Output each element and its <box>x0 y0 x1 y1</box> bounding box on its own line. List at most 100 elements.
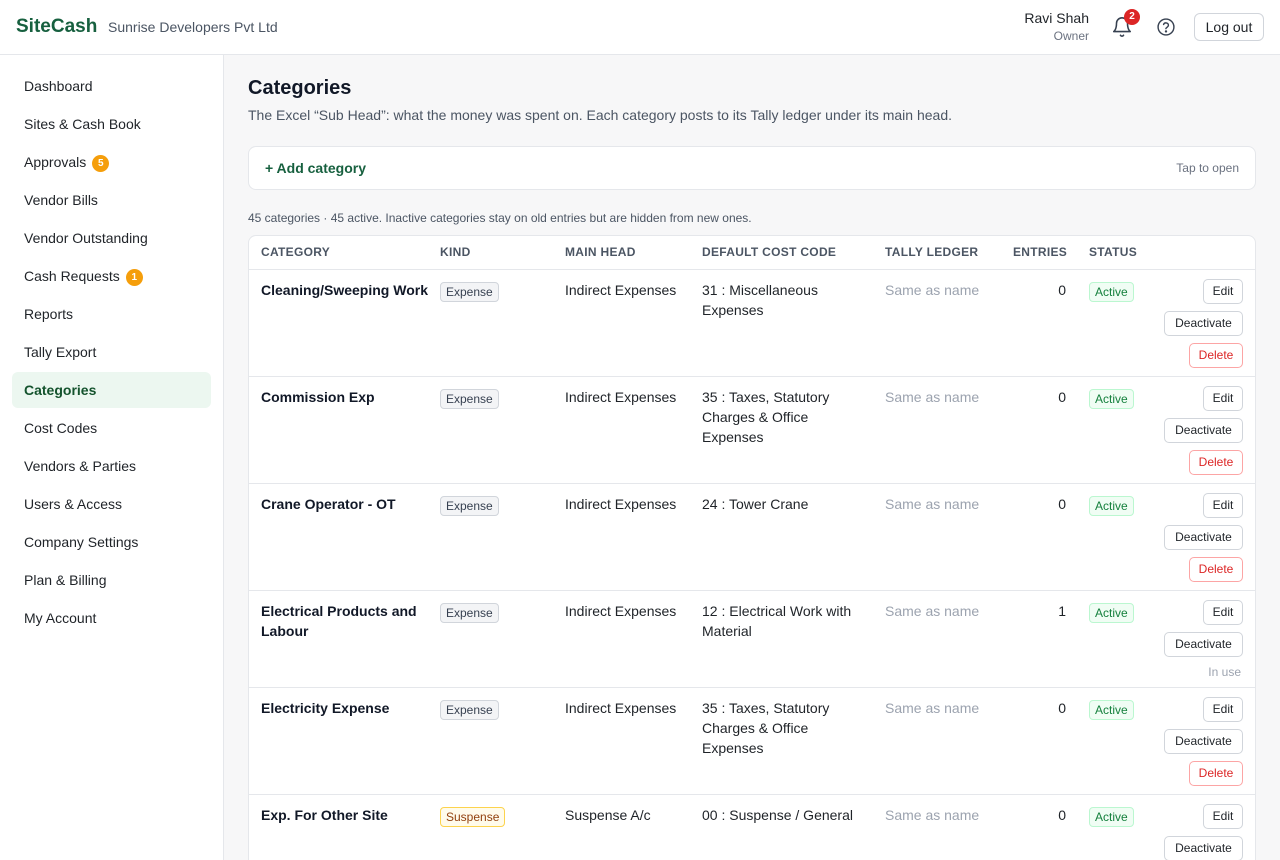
table-row: Commission Exp Expense Indirect Expenses 35… <box>249 377 1255 484</box>
kind-cell: Expense <box>440 602 499 623</box>
sidebar-item-company-settings[interactable]: Company Settings <box>12 524 211 560</box>
brand-logo[interactable]: SiteCash <box>16 16 97 38</box>
notification-count-badge: 2 <box>1124 9 1140 25</box>
page-subtitle: The Excel “Sub Head”: what the money was… <box>248 107 953 123</box>
deactivate-button[interactable]: Deactivate <box>1164 836 1243 860</box>
entries-count: 0 <box>1058 389 1066 405</box>
category-name: Commission Exp <box>261 389 375 405</box>
delete-button[interactable]: Delete <box>1189 450 1243 475</box>
status-cell: Active <box>1089 806 1134 827</box>
sidebar-item-vendors-parties[interactable]: Vendors & Parties <box>12 448 211 484</box>
status-badge: Active <box>1089 700 1134 720</box>
sidebar-item-vendor-outstanding[interactable]: Vendor Outstanding <box>12 220 211 256</box>
sidebar-item-label: My Account <box>24 610 97 626</box>
main-head: Indirect Expenses <box>565 282 677 298</box>
tally-ledger: Same as name <box>885 282 980 298</box>
sidebar-item-label: Users & Access <box>24 496 123 512</box>
edit-button[interactable]: Edit <box>1203 804 1243 829</box>
table-row: Exp. For Other Site Suspense Suspense A/c 0… <box>249 795 1255 860</box>
status-badge: Active <box>1089 603 1134 623</box>
delete-button[interactable]: Delete <box>1189 557 1243 582</box>
sidebar-item-cost-codes[interactable]: Cost Codes <box>12 410 211 446</box>
deactivate-button[interactable]: Deactivate <box>1164 418 1243 443</box>
column-header-status: STATUS <box>1089 245 1138 259</box>
sidebar-item-dashboard[interactable]: Dashboard <box>12 68 211 104</box>
column-header-entries: ENTRIES <box>1013 245 1068 259</box>
sidebar-item-plan-billing[interactable]: Plan & Billing <box>12 562 211 598</box>
status-cell: Active <box>1089 281 1134 302</box>
kind-cell: Expense <box>440 495 499 516</box>
sidebar-item-categories[interactable]: Categories <box>12 372 211 408</box>
logout-button[interactable]: Log out <box>1194 13 1264 41</box>
help-circle-icon[interactable] <box>1156 17 1176 37</box>
kind-cell: Suspense <box>440 806 506 827</box>
category-summary: 45 categories · 45 active. Inactive cate… <box>248 211 752 225</box>
user-role: Owner <box>1053 29 1089 43</box>
user-name: Ravi Shah <box>1024 10 1089 26</box>
kind-cell: Expense <box>440 388 499 409</box>
tap-to-open-hint: Tap to open <box>1176 161 1239 175</box>
sidebar-item-label: Vendor Bills <box>24 192 98 208</box>
default-cost-code: 24 : Tower Crane <box>702 496 809 512</box>
entries-count: 0 <box>1058 807 1066 823</box>
sidebar-item-label: Tally Export <box>24 344 97 360</box>
sidebar-item-label: Cash Requests <box>24 268 120 284</box>
table-row: Crane Operator - OT Expense Indirect Expen… <box>249 484 1255 591</box>
tally-ledger: Same as name <box>885 389 980 405</box>
sidebar-item-sites-cash-book[interactable]: Sites & Cash Book <box>12 106 211 142</box>
sidebar-item-label: Categories <box>24 382 97 398</box>
entries-count: 0 <box>1058 282 1066 298</box>
page-title: Categories <box>248 77 352 99</box>
sidebar-item-my-account[interactable]: My Account <box>12 600 211 636</box>
delete-button[interactable]: Delete <box>1189 343 1243 368</box>
edit-button[interactable]: Edit <box>1203 386 1243 411</box>
count-badge: 1 <box>125 269 143 286</box>
category-name: Exp. For Other Site <box>261 807 388 823</box>
edit-button[interactable]: Edit <box>1203 279 1243 304</box>
sidebar-item-label: Vendor Outstanding <box>24 230 148 246</box>
in-use-label: In use <box>1208 665 1241 679</box>
top-bar: SiteCash Sunrise Developers Pvt Ltd Ravi… <box>0 0 1280 55</box>
add-category-panel[interactable]: + Add category Tap to open <box>248 146 1256 190</box>
deactivate-button[interactable]: Deactivate <box>1164 525 1243 550</box>
tally-ledger: Same as name <box>885 603 980 619</box>
deactivate-button[interactable]: Deactivate <box>1164 729 1243 754</box>
sidebar-item-label: Sites & Cash Book <box>24 116 141 132</box>
sidebar-item-label: Plan & Billing <box>24 572 107 588</box>
company-name: Sunrise Developers Pvt Ltd <box>108 19 278 35</box>
sidebar-item-label: Reports <box>24 306 74 322</box>
column-header-kind: KIND <box>440 245 471 259</box>
column-header-cost-code: DEFAULT COST CODE <box>702 245 837 259</box>
edit-button[interactable]: Edit <box>1203 697 1243 722</box>
tally-ledger: Same as name <box>885 700 980 716</box>
add-category-button[interactable]: + Add category <box>265 160 366 176</box>
kind-badge: Suspense <box>440 807 506 827</box>
main-head: Suspense A/c <box>565 807 651 823</box>
sidebar-item-approvals[interactable]: Approvals 5 <box>12 144 211 180</box>
main-head: Indirect Expenses <box>565 496 677 512</box>
edit-button[interactable]: Edit <box>1203 600 1243 625</box>
column-header-tally-ledger: TALLY LEDGER <box>885 245 979 259</box>
main-head: Indirect Expenses <box>565 700 677 716</box>
status-cell: Active <box>1089 602 1134 623</box>
deactivate-button[interactable]: Deactivate <box>1164 632 1243 657</box>
category-name: Electrical Products and Labour <box>261 603 417 639</box>
kind-cell: Expense <box>440 699 499 720</box>
sidebar-item-vendor-bills[interactable]: Vendor Bills <box>12 182 211 218</box>
sidebar-item-tally-export[interactable]: Tally Export <box>12 334 211 370</box>
table-row: Cleaning/Sweeping Work Expense Indirect Ex… <box>249 270 1255 377</box>
status-cell: Active <box>1089 495 1134 516</box>
sidebar-item-reports[interactable]: Reports <box>12 296 211 332</box>
status-cell: Active <box>1089 699 1134 720</box>
status-badge: Active <box>1089 282 1134 302</box>
count-badge: 5 <box>92 155 110 172</box>
column-header-main-head: MAIN HEAD <box>565 245 636 259</box>
default-cost-code: 35 : Taxes, Statutory Charges & Office E… <box>702 389 830 445</box>
sidebar-item-cash-requests[interactable]: Cash Requests 1 <box>12 258 211 294</box>
sidebar-item-users-access[interactable]: Users & Access <box>12 486 211 522</box>
tally-ledger: Same as name <box>885 496 980 512</box>
delete-button[interactable]: Delete <box>1189 761 1243 786</box>
column-header-category: CATEGORY <box>261 245 331 259</box>
edit-button[interactable]: Edit <box>1203 493 1243 518</box>
deactivate-button[interactable]: Deactivate <box>1164 311 1243 336</box>
